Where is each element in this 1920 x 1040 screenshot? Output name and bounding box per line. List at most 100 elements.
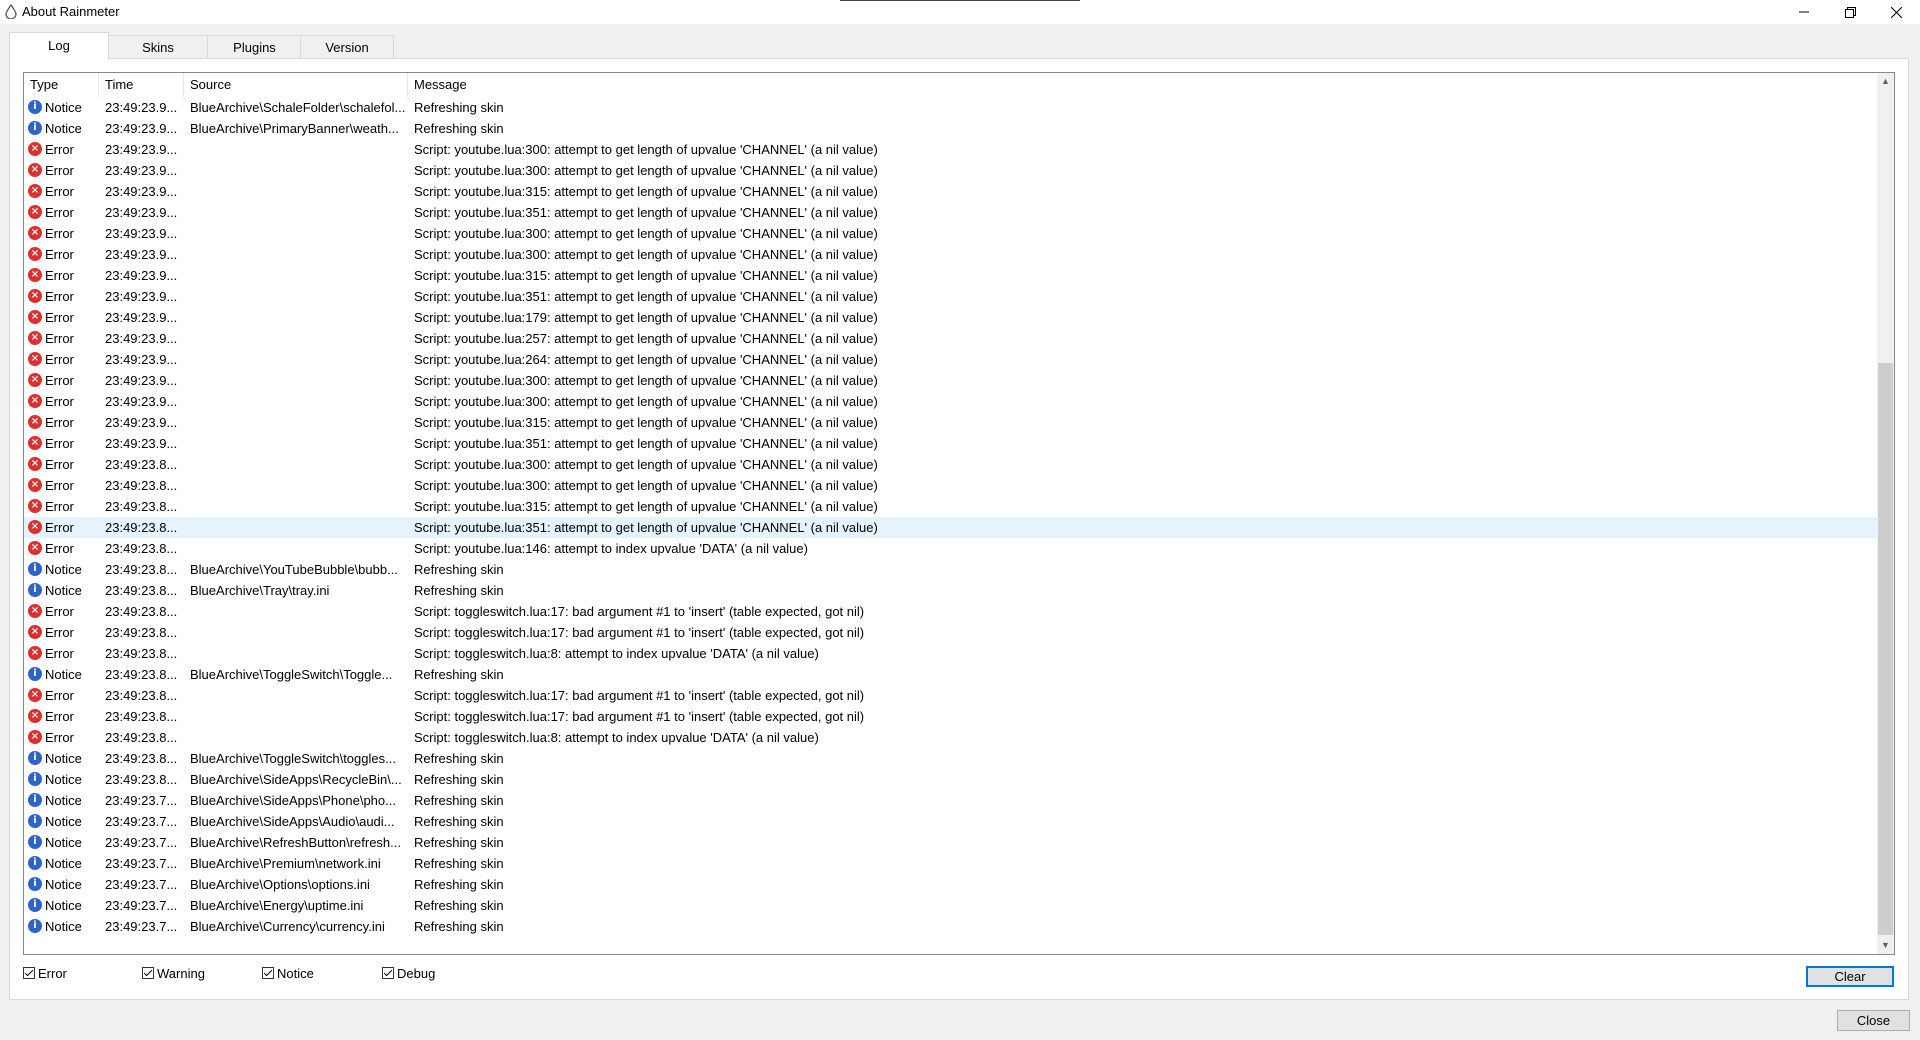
log-message-cell: Script: youtube.lua:351: attempt to get …	[414, 436, 878, 451]
log-row[interactable]: × Error 23:49:23.8... Script: youtube.lua:3…	[24, 454, 1878, 475]
log-source-cell: BlueArchive\PrimaryBanner\weath...	[190, 121, 399, 136]
log-type-label: Notice	[45, 856, 82, 871]
log-row[interactable]: × Error 23:49:23.9... Script: youtube.lua:3…	[24, 412, 1878, 433]
log-row[interactable]: i Notice 23:49:23.9... BlueArchive\SchaleFo…	[24, 97, 1878, 118]
log-row[interactable]: × Error 23:49:23.9... Script: youtube.lua:3…	[24, 370, 1878, 391]
log-row[interactable]: i Notice 23:49:23.7... BlueArchive\Currency…	[24, 916, 1878, 937]
info-icon: i	[28, 100, 42, 114]
column-header-message[interactable]: Message	[408, 73, 1878, 97]
title-bar: About Rainmeter	[0, 0, 1920, 24]
log-row[interactable]: × Error 23:49:23.9... Script: youtube.lua:3…	[24, 286, 1878, 307]
log-time-cell: 23:49:23.9...	[105, 226, 178, 241]
log-row[interactable]: × Error 23:49:23.8... Script: youtube.lua:3…	[24, 475, 1878, 496]
log-row[interactable]: i Notice 23:49:23.7... BlueArchive\SideApps…	[24, 811, 1878, 832]
log-time-cell: 23:49:23.7...	[105, 793, 178, 808]
log-row[interactable]: i Notice 23:49:23.7... BlueArchive\Energy\u…	[24, 895, 1878, 916]
log-message-cell: Refreshing skin	[414, 100, 504, 115]
log-row[interactable]: i Notice 23:49:23.8... BlueArchive\Tray\tra…	[24, 580, 1878, 601]
log-row[interactable]: × Error 23:49:23.9... Script: youtube.lua:3…	[24, 223, 1878, 244]
log-row[interactable]: × Error 23:49:23.8... Script: toggleswitch.…	[24, 706, 1878, 727]
log-row[interactable]: i Notice 23:49:23.8... BlueArchive\YouTubeB…	[24, 559, 1878, 580]
log-message-cell: Refreshing skin	[414, 772, 504, 787]
log-row[interactable]: i Notice 23:49:23.9... BlueArchive\PrimaryB…	[24, 118, 1878, 139]
window-close-button[interactable]	[1873, 0, 1919, 24]
log-type-cell: × Error	[28, 454, 98, 475]
column-header-time[interactable]: Time	[99, 73, 184, 97]
tab-version[interactable]: Version	[300, 35, 394, 59]
log-type-label: Notice	[45, 772, 82, 787]
checkbox-checked-icon[interactable]	[262, 967, 274, 979]
log-row[interactable]: × Error 23:49:23.9... Script: youtube.lua:3…	[24, 160, 1878, 181]
log-row[interactable]: × Error 23:49:23.9... Script: youtube.lua:2…	[24, 349, 1878, 370]
log-time-cell: 23:49:23.8...	[105, 541, 178, 556]
log-type-label: Error	[45, 415, 74, 430]
log-row[interactable]: × Error 23:49:23.8... Script: toggleswitch.…	[24, 727, 1878, 748]
log-row[interactable]: × Error 23:49:23.9... Script: youtube.lua:1…	[24, 307, 1878, 328]
filter-notice-checkbox[interactable]: Notice	[262, 965, 314, 981]
log-source-cell: BlueArchive\Energy\uptime.ini	[190, 898, 364, 913]
log-source-cell	[190, 202, 430, 223]
scroll-thumb[interactable]	[1878, 363, 1893, 935]
log-type-label: Error	[45, 373, 74, 388]
log-type-cell: × Error	[28, 328, 98, 349]
log-type-cell: i Notice	[28, 769, 98, 790]
scroll-up-arrow-icon[interactable]: ▲	[1877, 73, 1894, 90]
log-row[interactable]: × Error 23:49:23.8... Script: toggleswitch.…	[24, 643, 1878, 664]
column-header-source[interactable]: Source	[184, 73, 408, 97]
log-source-cell: BlueArchive\SideApps\RecycleBin\...	[190, 772, 402, 787]
log-type-cell: i Notice	[28, 790, 98, 811]
clear-button[interactable]: Clear	[1806, 966, 1894, 987]
log-row[interactable]: × Error 23:49:23.9... Script: youtube.lua:3…	[24, 181, 1878, 202]
error-x-icon: ×	[28, 268, 42, 282]
checkbox-checked-icon[interactable]	[382, 967, 394, 979]
filter-warning-checkbox[interactable]: Warning	[142, 965, 205, 981]
tab-plugins[interactable]: Plugins	[207, 35, 302, 59]
log-message-cell: Refreshing skin	[414, 835, 504, 850]
log-row[interactable]: × Error 23:49:23.9... Script: youtube.lua:3…	[24, 391, 1878, 412]
log-time-cell: 23:49:23.9...	[105, 289, 178, 304]
checkbox-checked-icon[interactable]	[142, 967, 154, 979]
log-message-cell: Refreshing skin	[414, 751, 504, 766]
log-time-cell: 23:49:23.7...	[105, 835, 178, 850]
log-row[interactable]: i Notice 23:49:23.7... BlueArchive\RefreshB…	[24, 832, 1878, 853]
vertical-scrollbar[interactable]: ▲ ▼	[1877, 73, 1894, 954]
error-x-icon: ×	[28, 205, 42, 219]
log-list[interactable]: Type Time Source Message i Notice 23:49:23…	[23, 72, 1895, 955]
log-row[interactable]: i Notice 23:49:23.7... BlueArchive\Premium\…	[24, 853, 1878, 874]
tab-skins[interactable]: Skins	[107, 35, 209, 59]
close-button[interactable]: Close	[1837, 1010, 1910, 1031]
restore-button[interactable]	[1827, 0, 1873, 24]
log-time-cell: 23:49:23.9...	[105, 394, 178, 409]
log-row[interactable]: i Notice 23:49:23.8... BlueArchive\SideApps…	[24, 769, 1878, 790]
log-row[interactable]: i Notice 23:49:23.7... BlueArchive\Options\…	[24, 874, 1878, 895]
log-row[interactable]: × Error 23:49:23.9... Script: youtube.lua:2…	[24, 328, 1878, 349]
log-time-cell: 23:49:23.9...	[105, 415, 178, 430]
log-row[interactable]: × Error 23:49:23.9... Script: youtube.lua:3…	[24, 433, 1878, 454]
log-row[interactable]: i Notice 23:49:23.8... BlueArchive\ToggleSw…	[24, 664, 1878, 685]
log-row[interactable]: × Error 23:49:23.9... Script: youtube.lua:3…	[24, 139, 1878, 160]
column-header-type[interactable]: Type	[24, 73, 99, 97]
log-row[interactable]: × Error 23:49:23.8... Script: toggleswitch.…	[24, 685, 1878, 706]
log-row[interactable]: i Notice 23:49:23.7... BlueArchive\SideApps…	[24, 790, 1878, 811]
log-type-label: Notice	[45, 562, 82, 577]
filter-debug-checkbox[interactable]: Debug	[382, 965, 435, 981]
log-row[interactable]: × Error 23:49:23.8... Script: toggleswitch.…	[24, 622, 1878, 643]
log-row[interactable]: × Error 23:49:23.8... Script: toggleswitch.…	[24, 601, 1878, 622]
log-message-cell: Refreshing skin	[414, 583, 504, 598]
filter-error-checkbox[interactable]: Error	[23, 965, 67, 981]
log-row[interactable]: × Error 23:49:23.9... Script: youtube.lua:3…	[24, 265, 1878, 286]
log-row[interactable]: × Error 23:49:23.9... Script: youtube.lua:3…	[24, 202, 1878, 223]
log-source-cell	[190, 223, 430, 244]
log-source-cell: BlueArchive\ToggleSwitch\Toggle...	[190, 667, 393, 682]
log-row[interactable]: × Error 23:49:23.8... Script: youtube.lua:3…	[24, 496, 1878, 517]
tab-log[interactable]: Log	[9, 32, 109, 60]
log-row[interactable]: i Notice 23:49:23.8... BlueArchive\ToggleSw…	[24, 748, 1878, 769]
log-row[interactable]: × Error 23:49:23.8... Script: youtube.lua:1…	[24, 538, 1878, 559]
minimize-button[interactable]	[1781, 0, 1827, 24]
scroll-down-arrow-icon[interactable]: ▼	[1877, 937, 1894, 954]
log-row[interactable]: × Error 23:49:23.8... Script: youtube.lua:3…	[24, 517, 1878, 538]
log-row[interactable]: × Error 23:49:23.9... Script: youtube.lua:3…	[24, 244, 1878, 265]
log-type-label: Error	[45, 310, 74, 325]
log-time-cell: 23:49:23.7...	[105, 856, 178, 871]
checkbox-checked-icon[interactable]	[23, 967, 35, 979]
